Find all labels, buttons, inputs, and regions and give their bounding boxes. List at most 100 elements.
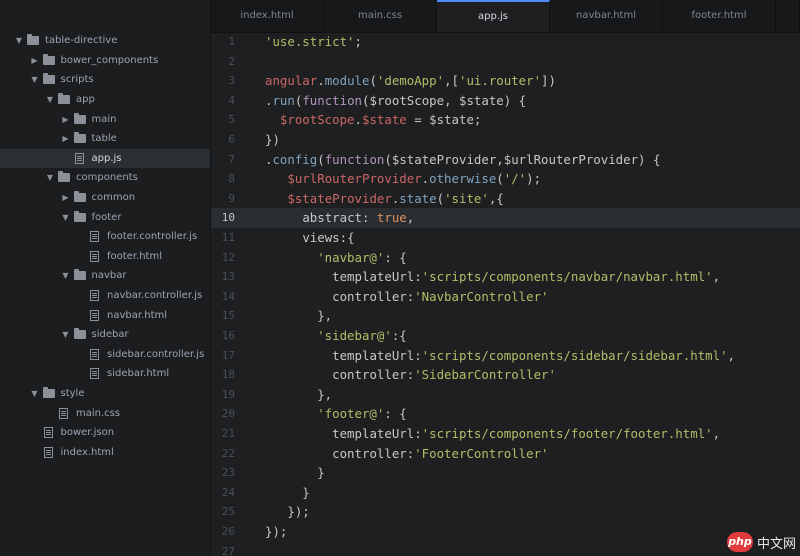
tree-item-navbar[interactable]: ▼ navbar bbox=[0, 266, 210, 286]
line-number: 2 bbox=[228, 54, 235, 68]
folder-icon bbox=[58, 171, 70, 183]
chevron-down-icon[interactable]: ▼ bbox=[61, 213, 71, 222]
code-line[interactable]: 19 }, bbox=[211, 385, 800, 405]
chevron-right-icon[interactable]: ▶ bbox=[61, 115, 71, 124]
code-text: $stateProvider.state('site',{ bbox=[265, 189, 504, 209]
code-text: .config(function($stateProvider,$urlRout… bbox=[265, 150, 660, 170]
chevron-right-icon[interactable]: ▶ bbox=[61, 134, 71, 143]
tab-footer-html[interactable]: footer.html bbox=[663, 0, 776, 32]
code-line[interactable]: 12 'navbar@': { bbox=[211, 248, 800, 268]
code-line[interactable]: 1 'use.strict'; bbox=[211, 33, 800, 52]
code-line[interactable]: 21 templateUrl:'scripts/components/foote… bbox=[211, 424, 800, 444]
code-line[interactable]: 17 templateUrl:'scripts/components/sideb… bbox=[211, 346, 800, 366]
code-line[interactable]: 4 .run(function($rootScope, $state) { bbox=[211, 91, 800, 111]
tree-item-sidebar[interactable]: ▼ sidebar bbox=[0, 325, 210, 345]
chevron-down-icon[interactable]: ▼ bbox=[61, 271, 71, 280]
code-line[interactable]: 18 controller:'SidebarController' bbox=[211, 365, 800, 385]
line-number: 27 bbox=[221, 544, 235, 556]
tree-item-style[interactable]: ▼ style bbox=[0, 384, 210, 404]
code-line[interactable]: 23 } bbox=[211, 463, 800, 483]
code-line[interactable]: 11 views:{ bbox=[211, 228, 800, 248]
tree-item-main[interactable]: ▶ main bbox=[0, 109, 210, 129]
tree-item-index-html[interactable]: index.html bbox=[0, 443, 210, 463]
code-text: }, bbox=[265, 385, 332, 405]
tree-item-components[interactable]: ▼ components bbox=[0, 168, 210, 188]
code-line[interactable]: 10 abstract: true, bbox=[211, 208, 800, 228]
code-token: : bbox=[414, 269, 422, 285]
folder-icon bbox=[42, 53, 55, 65]
code-editor[interactable]: 1'use.strict'; 2 3 angular.module('demoApp'… bbox=[211, 33, 800, 556]
tab-overflow[interactable] bbox=[776, 0, 800, 32]
file-icon bbox=[74, 152, 84, 164]
tree-item-navbar-html[interactable]: navbar.html bbox=[0, 305, 210, 325]
line-number: 26 bbox=[221, 525, 235, 538]
code-line[interactable]: 3 angular.module('demoApp',['ui.router']) bbox=[211, 71, 800, 91]
tab-index-html[interactable]: index.html bbox=[211, 0, 324, 32]
code-line[interactable]: 20 'footer@': { bbox=[211, 404, 800, 424]
tree-item-app[interactable]: ▼ app bbox=[0, 90, 210, 110]
tree-item-label: common bbox=[91, 192, 136, 204]
chevron-right-icon[interactable]: ▶ bbox=[61, 193, 71, 202]
chevron-down-icon[interactable]: ▼ bbox=[45, 95, 55, 104]
tab-navbar-html[interactable]: navbar.html bbox=[550, 0, 663, 32]
code-line[interactable]: 15 }, bbox=[211, 306, 800, 326]
tree-item-sidebar-html[interactable]: sidebar.html bbox=[0, 364, 210, 384]
chevron-down-icon[interactable]: ▼ bbox=[61, 330, 71, 339]
tree-item-common[interactable]: ▶ common bbox=[0, 188, 210, 208]
folder-icon bbox=[73, 112, 86, 124]
tree-item-sidebar-controller-js[interactable]: sidebar.controller.js bbox=[0, 345, 210, 365]
code-token: , bbox=[406, 210, 415, 226]
tree-item-scripts[interactable]: ▼ scripts bbox=[0, 70, 210, 90]
chevron-down-icon[interactable]: ▼ bbox=[45, 173, 55, 182]
code-token: function bbox=[324, 151, 385, 167]
tree-item-label: main bbox=[91, 113, 117, 125]
tree-item-navbar-controller-js[interactable]: navbar.controller.js bbox=[0, 286, 210, 306]
code-line[interactable]: 6}) bbox=[211, 130, 800, 150]
code-line[interactable]: 24 } bbox=[211, 483, 800, 503]
tree-item-footer-html[interactable]: footer.html bbox=[0, 247, 210, 267]
tree-item-table[interactable]: ▶ table bbox=[0, 129, 210, 149]
code-line[interactable]: 27 bbox=[211, 542, 800, 556]
tree-item-main-css[interactable]: main.css bbox=[0, 403, 210, 423]
code-text: controller:'NavbarController' bbox=[265, 287, 548, 307]
code-text: }) bbox=[265, 130, 280, 150]
chevron-down-icon[interactable]: ▼ bbox=[30, 389, 40, 398]
code-token: templateUrl bbox=[332, 269, 415, 285]
code-line[interactable]: 7 .config(function($stateProvider,$urlRou… bbox=[211, 150, 800, 170]
code-line[interactable]: 5 $rootScope.$state = $state; bbox=[211, 110, 800, 130]
tab-main-css[interactable]: main.css bbox=[324, 0, 437, 32]
code-line[interactable]: 25 }); bbox=[211, 502, 800, 522]
code-token: $state bbox=[362, 112, 407, 128]
chevron-down-icon[interactable]: ▼ bbox=[30, 75, 40, 84]
line-number: 4 bbox=[228, 93, 235, 107]
tree-item-footer[interactable]: ▼ footer bbox=[0, 207, 210, 227]
code-token: ,{ bbox=[488, 190, 504, 206]
code-token: controller bbox=[332, 288, 407, 304]
line-number: 5 bbox=[228, 113, 235, 127]
code-line[interactable]: 13 templateUrl:'scripts/components/navba… bbox=[211, 267, 800, 287]
code-token: 'demoApp' bbox=[376, 73, 445, 89]
code-text: }); bbox=[265, 522, 287, 542]
code-token: ]) bbox=[541, 73, 556, 89]
code-line[interactable]: 2 bbox=[211, 52, 800, 72]
code-text: }); bbox=[265, 502, 309, 522]
chevron-down-icon[interactable]: ▼ bbox=[14, 36, 24, 45]
code-line[interactable]: 14 controller:'NavbarController' bbox=[211, 287, 800, 307]
code-line[interactable]: 22 controller:'FooterController' bbox=[211, 444, 800, 464]
code-line[interactable]: 16 'sidebar@':{ bbox=[211, 326, 800, 346]
code-line[interactable]: 26}); bbox=[211, 522, 800, 542]
tree-item-app-js[interactable]: app.js bbox=[0, 148, 210, 169]
tree-item-bower-components[interactable]: ▶ bower_components bbox=[0, 51, 210, 71]
tree-item-bower-json[interactable]: bower.json bbox=[0, 423, 210, 443]
tab-app-js[interactable]: app.js bbox=[437, 0, 550, 32]
tree-item-table-directive[interactable]: ▼ table-directive bbox=[0, 31, 210, 51]
code-line[interactable]: 9 $stateProvider.state('site',{ bbox=[211, 189, 800, 209]
tree-item-label: footer.controller.js bbox=[107, 231, 198, 243]
chevron-right-icon[interactable]: ▶ bbox=[30, 56, 40, 65]
code-line[interactable]: 8 $urlRouterProvider.otherwise('/'); bbox=[211, 169, 800, 189]
tree-item-label: footer bbox=[91, 211, 122, 223]
tree-item-footer-controller-js[interactable]: footer.controller.js bbox=[0, 227, 210, 247]
code-token: . bbox=[317, 73, 325, 89]
